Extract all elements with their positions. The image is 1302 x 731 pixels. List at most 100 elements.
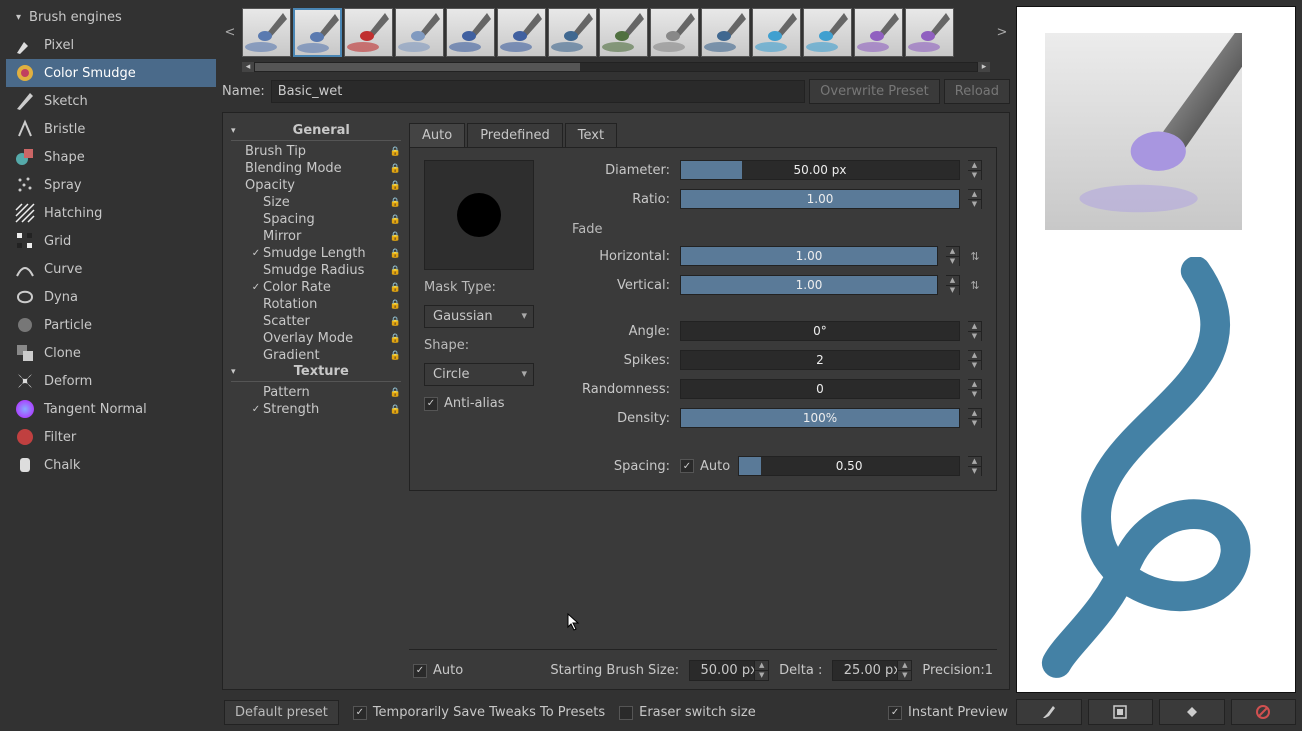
engine-item-filter[interactable]: Filter (6, 423, 216, 451)
preset-name-input[interactable]: Basic_wet (271, 80, 805, 103)
collapse-icon[interactable]: ▾ (16, 12, 21, 23)
engine-item-hatching[interactable]: Hatching (6, 199, 216, 227)
tree-item-size[interactable]: Size🔒 (231, 194, 401, 211)
horizontal-spinner[interactable]: ▲▼ (946, 246, 960, 266)
spacing-auto-checkbox[interactable]: ✓Auto (680, 459, 730, 474)
preset-thumb[interactable] (395, 8, 444, 57)
scroll-left-icon[interactable]: ◂ (242, 62, 254, 72)
default-preset-button[interactable]: Default preset (224, 700, 339, 725)
precision-auto-checkbox[interactable]: ✓ Auto (413, 663, 463, 678)
preset-thumb[interactable] (242, 8, 291, 57)
preset-scrollbar[interactable]: ◂ ▸ (242, 61, 990, 73)
tree-item-brush-tip[interactable]: Brush Tip🔒 (231, 143, 401, 160)
diameter-slider[interactable]: 50.00 px (680, 160, 960, 180)
engine-item-pixel[interactable]: Pixel (6, 31, 216, 59)
engine-item-clone[interactable]: Clone (6, 339, 216, 367)
engine-item-curve[interactable]: Curve (6, 255, 216, 283)
preset-thumb[interactable] (344, 8, 393, 57)
tab-predefined[interactable]: Predefined (467, 123, 563, 147)
density-slider[interactable]: 100% (680, 408, 960, 428)
horizontal-slider[interactable]: 1.00 (680, 246, 938, 266)
fill-button[interactable] (1159, 699, 1225, 725)
density-spinner[interactable]: ▲▼ (968, 408, 982, 428)
spacing-spinner[interactable]: ▲▼ (968, 456, 982, 476)
tree-section-header[interactable]: ▾General (231, 123, 401, 141)
tree-item-pattern[interactable]: Pattern🔒 (231, 384, 401, 401)
preset-thumb[interactable] (650, 8, 699, 57)
preset-thumb[interactable] (599, 8, 648, 57)
shape-select[interactable]: Circle (424, 363, 534, 386)
spikes-spinner[interactable]: ▲▼ (968, 350, 982, 370)
vertical-slider[interactable]: 1.00 (680, 275, 938, 295)
engine-item-spray[interactable]: Spray (6, 171, 216, 199)
preset-prev[interactable]: < (222, 25, 238, 40)
preset-thumb[interactable] (752, 8, 801, 57)
engine-item-particle[interactable]: Particle (6, 311, 216, 339)
delta-input[interactable]: 25.00 px▲▼ (832, 660, 912, 681)
engine-item-chalk[interactable]: Chalk (6, 451, 216, 479)
engine-item-deform[interactable]: Deform (6, 367, 216, 395)
tree-item-gradient[interactable]: Gradient🔒 (231, 347, 401, 364)
start-size-spinner[interactable]: ▲▼ (754, 661, 768, 680)
preset-next[interactable]: > (994, 25, 1010, 40)
delta-spinner[interactable]: ▲▼ (897, 661, 911, 680)
tree-item-opacity[interactable]: Opacity🔒 (231, 177, 401, 194)
angle-slider[interactable]: 0° (680, 321, 960, 341)
spikes-slider[interactable]: 2 (680, 350, 960, 370)
tree-item-strength[interactable]: ✓Strength🔒 (231, 401, 401, 418)
scroll-right-icon[interactable]: ▸ (978, 62, 990, 72)
engine-item-bristle[interactable]: Bristle (6, 115, 216, 143)
link-icon[interactable]: ⇅ (968, 250, 982, 263)
tree-item-smudge-radius[interactable]: Smudge Radius🔒 (231, 262, 401, 279)
brush-button[interactable] (1016, 699, 1082, 725)
reload-button[interactable]: Reload (944, 79, 1010, 104)
preset-thumb[interactable] (446, 8, 495, 57)
randomness-spinner[interactable]: ▲▼ (968, 379, 982, 399)
tree-section-header[interactable]: ▾Texture (231, 364, 401, 382)
preset-thumb[interactable] (803, 8, 852, 57)
overwrite-button[interactable]: Overwrite Preset (809, 79, 940, 104)
bg-button[interactable] (1088, 699, 1154, 725)
preset-thumb[interactable] (548, 8, 597, 57)
tab-auto[interactable]: Auto (409, 123, 465, 147)
tree-item-scatter[interactable]: Scatter🔒 (231, 313, 401, 330)
tree-item-overlay-mode[interactable]: Overlay Mode🔒 (231, 330, 401, 347)
antialias-checkbox[interactable]: ✓ Anti-alias (424, 396, 554, 411)
engine-label: Chalk (44, 458, 80, 473)
engine-item-tangent-normal[interactable]: Tangent Normal (6, 395, 216, 423)
tab-text[interactable]: Text (565, 123, 617, 147)
engine-item-grid[interactable]: Grid (6, 227, 216, 255)
ratio-spinner[interactable]: ▲▼ (968, 189, 982, 209)
preset-thumb[interactable] (905, 8, 954, 57)
mask-type-select[interactable]: Gaussian (424, 305, 534, 328)
tree-item-mirror[interactable]: Mirror🔒 (231, 228, 401, 245)
engine-item-sketch[interactable]: Sketch (6, 87, 216, 115)
randomness-slider[interactable]: 0 (680, 379, 960, 399)
start-size-input[interactable]: 50.00 px▲▼ (689, 660, 769, 681)
preset-thumb[interactable] (854, 8, 903, 57)
tree-item-spacing[interactable]: Spacing🔒 (231, 211, 401, 228)
ratio-value: 1.00 (807, 192, 834, 206)
engine-item-color-smudge[interactable]: Color Smudge (6, 59, 216, 87)
preset-thumb[interactable] (701, 8, 750, 57)
ratio-slider[interactable]: 1.00 (680, 189, 960, 209)
vertical-spinner[interactable]: ▲▼ (946, 275, 960, 295)
link-icon[interactable]: ⇅ (968, 279, 982, 292)
tree-item-blending-mode[interactable]: Blending Mode🔒 (231, 160, 401, 177)
engine-item-dyna[interactable]: Dyna (6, 283, 216, 311)
tree-item-color-rate[interactable]: ✓Color Rate🔒 (231, 279, 401, 296)
scroll-thumb[interactable] (255, 63, 580, 71)
clear-button[interactable] (1231, 699, 1297, 725)
preset-thumb[interactable] (293, 8, 342, 57)
tree-item-smudge-length[interactable]: ✓Smudge Length🔒 (231, 245, 401, 262)
eraser-size-checkbox[interactable]: Eraser switch size (619, 705, 756, 720)
angle-spinner[interactable]: ▲▼ (968, 321, 982, 341)
preset-thumb[interactable] (497, 8, 546, 57)
diameter-spinner[interactable]: ▲▼ (968, 160, 982, 180)
precision-auto-label: Auto (433, 663, 463, 678)
instant-preview-checkbox[interactable]: ✓ Instant Preview (888, 705, 1008, 720)
spacing-slider[interactable]: 0.50 (738, 456, 960, 476)
temp-save-checkbox[interactable]: ✓ Temporarily Save Tweaks To Presets (353, 705, 605, 720)
tree-item-rotation[interactable]: Rotation🔒 (231, 296, 401, 313)
engine-item-shape[interactable]: Shape (6, 143, 216, 171)
